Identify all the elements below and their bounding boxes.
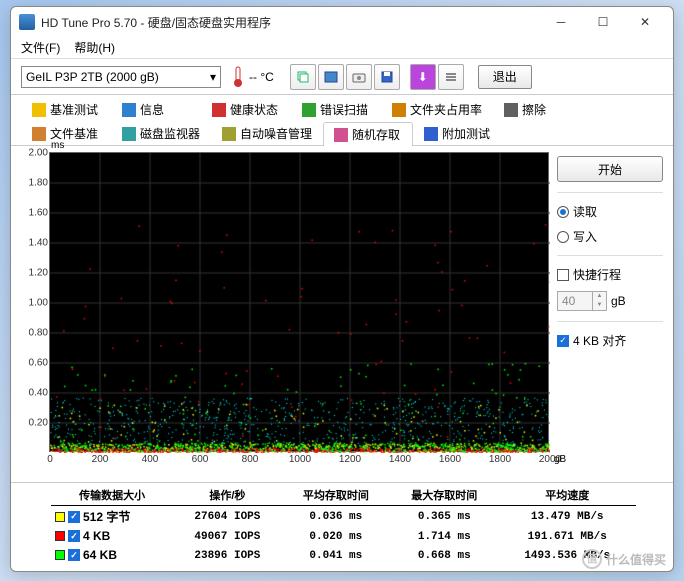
camera-button[interactable] [346,64,372,90]
chart-area: ms 0.200.400.600.801.001.201.401.601.802… [21,152,549,476]
app-icon [19,14,35,30]
tab-附加测试[interactable]: 附加测试 [413,121,503,145]
temp-value: -- °C [249,70,274,84]
side-panel: 开始 读取 写入 快捷行程 40▲▼ gB ✓4 KB 对齐 [557,152,663,476]
tab-icon [212,103,226,117]
menu-help[interactable]: 帮助(H) [74,39,115,56]
tab-健康状态[interactable]: 健康状态 [201,97,291,121]
app-window: HD Tune Pro 5.70 - 硬盘/固态硬盘实用程序 ─ ☐ ✕ 文件(… [10,6,674,572]
maximize-button[interactable]: ☐ [583,10,623,34]
chevron-down-icon: ▾ [210,70,216,84]
tab-文件夹占用率[interactable]: 文件夹占用率 [381,97,493,121]
tab-擦除[interactable]: 擦除 [493,97,583,121]
tab-错误扫描[interactable]: 错误扫描 [291,97,381,121]
tab-icon [122,127,136,141]
scatter-chart: 0.200.400.600.801.001.201.401.601.802.00… [49,152,549,452]
menubar: 文件(F) 帮助(H) [11,37,673,59]
titlebar[interactable]: HD Tune Pro 5.70 - 硬盘/固态硬盘实用程序 ─ ☐ ✕ [11,7,673,37]
results-table: 传输数据大小操作/秒平均存取时间最大存取时间平均速度✓ 512 字节27604 … [51,485,636,565]
table-row: ✓ 4 KB49067 IOPS0.020 ms1.714 ms191.671 … [51,527,636,546]
minimize-button[interactable]: ─ [541,10,581,34]
table-row: ✓ 64 KB23896 IOPS0.041 ms0.668 ms1493.53… [51,546,636,565]
menu-file[interactable]: 文件(F) [21,39,60,56]
size-unit: gB [611,294,626,308]
save-button[interactable] [374,64,400,90]
window-title: HD Tune Pro 5.70 - 硬盘/固态硬盘实用程序 [41,14,541,31]
tab-文件基准[interactable]: 文件基准 [21,121,111,145]
tab-基准测试[interactable]: 基准测试 [21,97,111,121]
tab-icon [32,127,46,141]
tab-自动噪音管理[interactable]: 自动噪音管理 [211,121,323,145]
tab-磁盘监视器[interactable]: 磁盘监视器 [111,121,211,145]
x-axis-unit: gB [554,454,579,490]
y-axis-unit: ms [51,140,64,151]
tab-icon [334,128,348,142]
drive-name: GeIL P3P 2TB (2000 gB) [26,70,159,84]
tab-icon [302,103,316,117]
drive-select[interactable]: GeIL P3P 2TB (2000 gB) ▾ [21,66,221,88]
tab-信息[interactable]: 信息 [111,97,201,121]
tab-icon [392,103,406,117]
read-radio[interactable]: 读取 [557,203,663,220]
tab-icon [222,127,236,141]
exit-button[interactable]: 退出 [478,65,532,89]
start-button[interactable]: 开始 [557,156,663,182]
align-checkbox[interactable]: ✓4 KB 对齐 [557,332,663,349]
down-button[interactable]: ⬇ [410,64,436,90]
tab-icon [122,103,136,117]
size-spinner[interactable]: 40▲▼ [557,291,607,311]
toolbar: GeIL P3P 2TB (2000 gB) ▾ -- °C ⬇ 退出 [11,59,673,95]
tab-随机存取[interactable]: 随机存取 [323,122,413,146]
tab-icon [424,127,438,141]
settings-button[interactable] [438,64,464,90]
quick-checkbox[interactable]: 快捷行程 [557,266,663,283]
tab-icon [504,103,518,117]
close-button[interactable]: ✕ [625,10,665,34]
write-radio[interactable]: 写入 [557,228,663,245]
thermometer-icon [231,66,245,88]
copy-button[interactable] [290,64,316,90]
tab-icon [32,103,46,117]
table-row: ✓ 512 字节27604 IOPS0.036 ms0.365 ms13.479… [51,506,636,528]
results-panel: 传输数据大小操作/秒平均存取时间最大存取时间平均速度✓ 512 字节27604 … [11,482,673,571]
tab-bar: 基准测试信息健康状态错误扫描文件夹占用率擦除文件基准磁盘监视器自动噪音管理随机存… [11,95,673,146]
screenshot-button[interactable] [318,64,344,90]
temperature: -- °C [231,66,274,88]
